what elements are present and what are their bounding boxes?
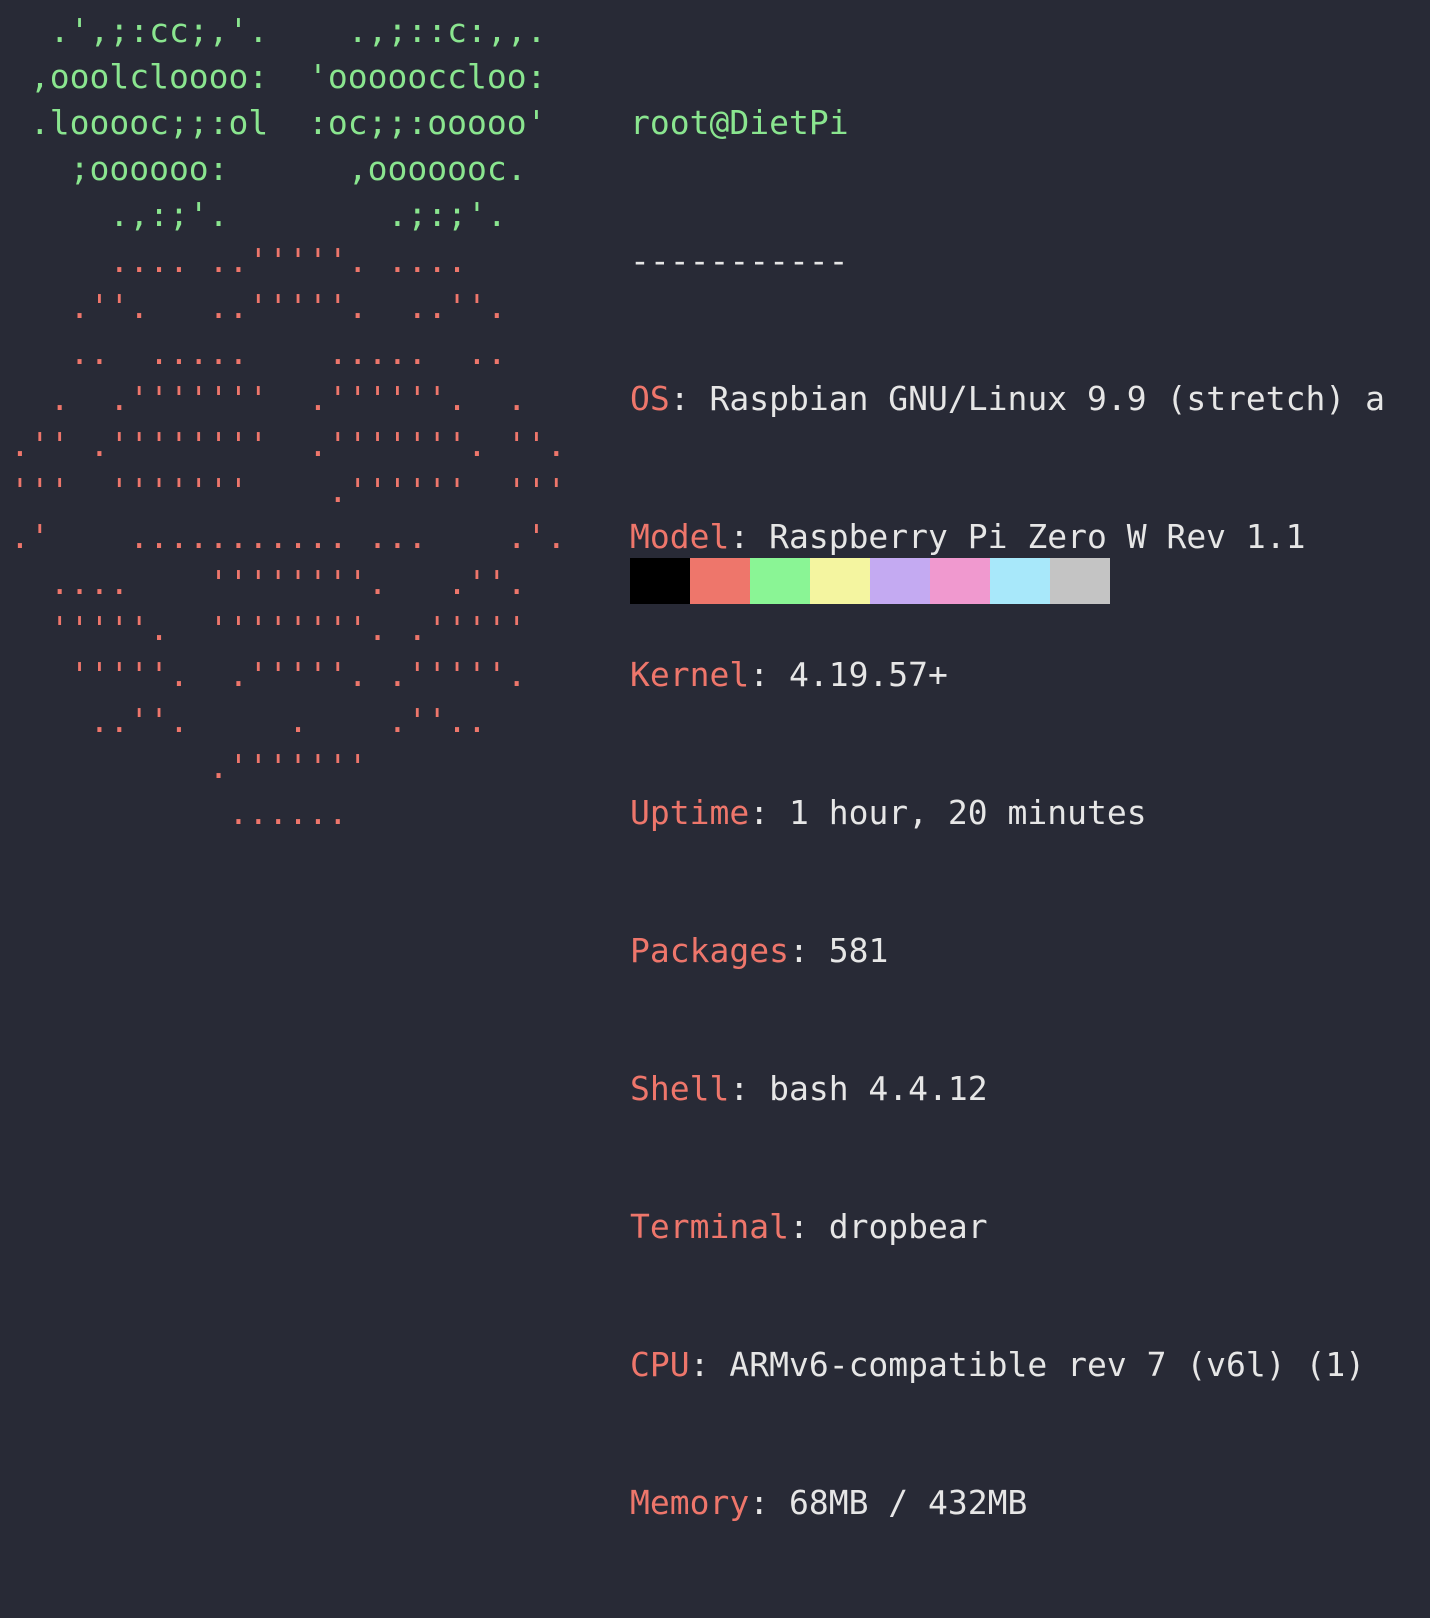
username: root — [630, 103, 710, 142]
logo-line: .looooc;;:ol :oc;;:ooooo' — [10, 103, 547, 142]
info-value: ARMv6-compatible rev 7 (v6l) (1) — [729, 1345, 1366, 1384]
logo-line: .''. ..'''''. ..''. — [10, 287, 507, 326]
logo-line: .... ..'''''. .... — [10, 241, 467, 280]
info-row-shell: Shell: bash 4.4.12 — [630, 1069, 988, 1108]
logo-line: '''''. .'''''. .'''''. — [10, 655, 527, 694]
info-key: Kernel — [630, 655, 750, 694]
info-key: Packages — [630, 931, 789, 970]
logo-line: ...... — [10, 793, 348, 832]
logo-line: .'' .'''''''' .'''''''. ''. — [10, 425, 567, 464]
info-key: OS — [630, 379, 670, 418]
info-row-kernel: Kernel: 4.19.57+ — [630, 655, 948, 694]
info-row-uptime: Uptime: 1 hour, 20 minutes — [630, 793, 1147, 832]
info-key: Terminal — [630, 1207, 789, 1246]
info-value: dropbear — [828, 1207, 988, 1246]
user-host-title: root@DietPi — [630, 100, 1385, 146]
info-key: Model — [630, 517, 730, 556]
info-key: Shell — [630, 1069, 730, 1108]
color-swatch — [870, 558, 930, 604]
logo-line: '''''. ''''''''. .''''' — [10, 609, 527, 648]
info-value: Raspbian GNU/Linux 9.9 (stretch) a — [709, 379, 1386, 418]
info-key: Memory — [630, 1483, 750, 1522]
info-row-memory: Memory: 68MB / 432MB — [630, 1483, 1028, 1522]
logo-line: .''''''' — [10, 747, 368, 786]
system-info: root@DietPi ----------- OS: Raspbian GNU… — [630, 8, 1385, 1618]
color-swatch — [750, 558, 810, 604]
logo-line: .',;:cc;,'. .,;::c:,,. — [10, 11, 547, 50]
info-value: Raspberry Pi Zero W Rev 1.1 — [769, 517, 1306, 556]
at-sign: @ — [709, 103, 730, 142]
info-key: Uptime — [630, 793, 750, 832]
logo-line: . .''''''' .''''''. . — [10, 379, 527, 418]
info-value: 581 — [828, 931, 889, 970]
color-swatch — [930, 558, 990, 604]
info-value: 68MB / 432MB — [788, 1483, 1028, 1522]
info-row-cpu: CPU: ARMv6-compatible rev 7 (v6l) (1) — [630, 1345, 1366, 1384]
color-swatch — [630, 558, 690, 604]
color-palette — [630, 558, 1110, 604]
info-row-packages: Packages: 581 — [630, 931, 889, 970]
info-value: 4.19.57+ — [788, 655, 948, 694]
logo-line: .,:;'. .;:;'. — [10, 195, 507, 234]
hostname: DietPi — [729, 103, 849, 142]
info-row-os: OS: Raspbian GNU/Linux 9.9 (stretch) a — [630, 379, 1386, 418]
info-row-terminal: Terminal: dropbear — [630, 1207, 988, 1246]
logo-line: .. ..... ..... .. — [10, 333, 507, 372]
color-swatch — [690, 558, 750, 604]
info-value: bash 4.4.12 — [769, 1069, 988, 1108]
info-key: CPU — [630, 1345, 690, 1384]
raspberry-pi-ascii-logo: .',;:cc;,'. .,;::c:,,. ,ooolcloooo: 'ooo… — [10, 8, 566, 836]
logo-line: .' ........... ... .'. — [10, 517, 567, 556]
separator-line: ----------- — [630, 241, 849, 280]
info-row-model: Model: Raspberry Pi Zero W Rev 1.1 — [630, 517, 1306, 556]
terminal-window: .',;:cc;,'. .,;::c:,,. ,ooolcloooo: 'ooo… — [0, 0, 1430, 1522]
logo-line: ..''. . .''.. — [10, 701, 487, 740]
color-swatch — [1050, 558, 1110, 604]
info-value: 1 hour, 20 minutes — [788, 793, 1147, 832]
logo-line: ,ooolcloooo: 'oooooccloo: — [10, 57, 547, 96]
logo-line: ''' ''''''' .'''''' ''' — [10, 471, 567, 510]
color-swatch — [810, 558, 870, 604]
logo-line: ;oooooo: ,ooooooc. — [10, 149, 527, 188]
logo-line: .... ''''''''. .''. — [10, 563, 527, 602]
color-swatch — [990, 558, 1050, 604]
